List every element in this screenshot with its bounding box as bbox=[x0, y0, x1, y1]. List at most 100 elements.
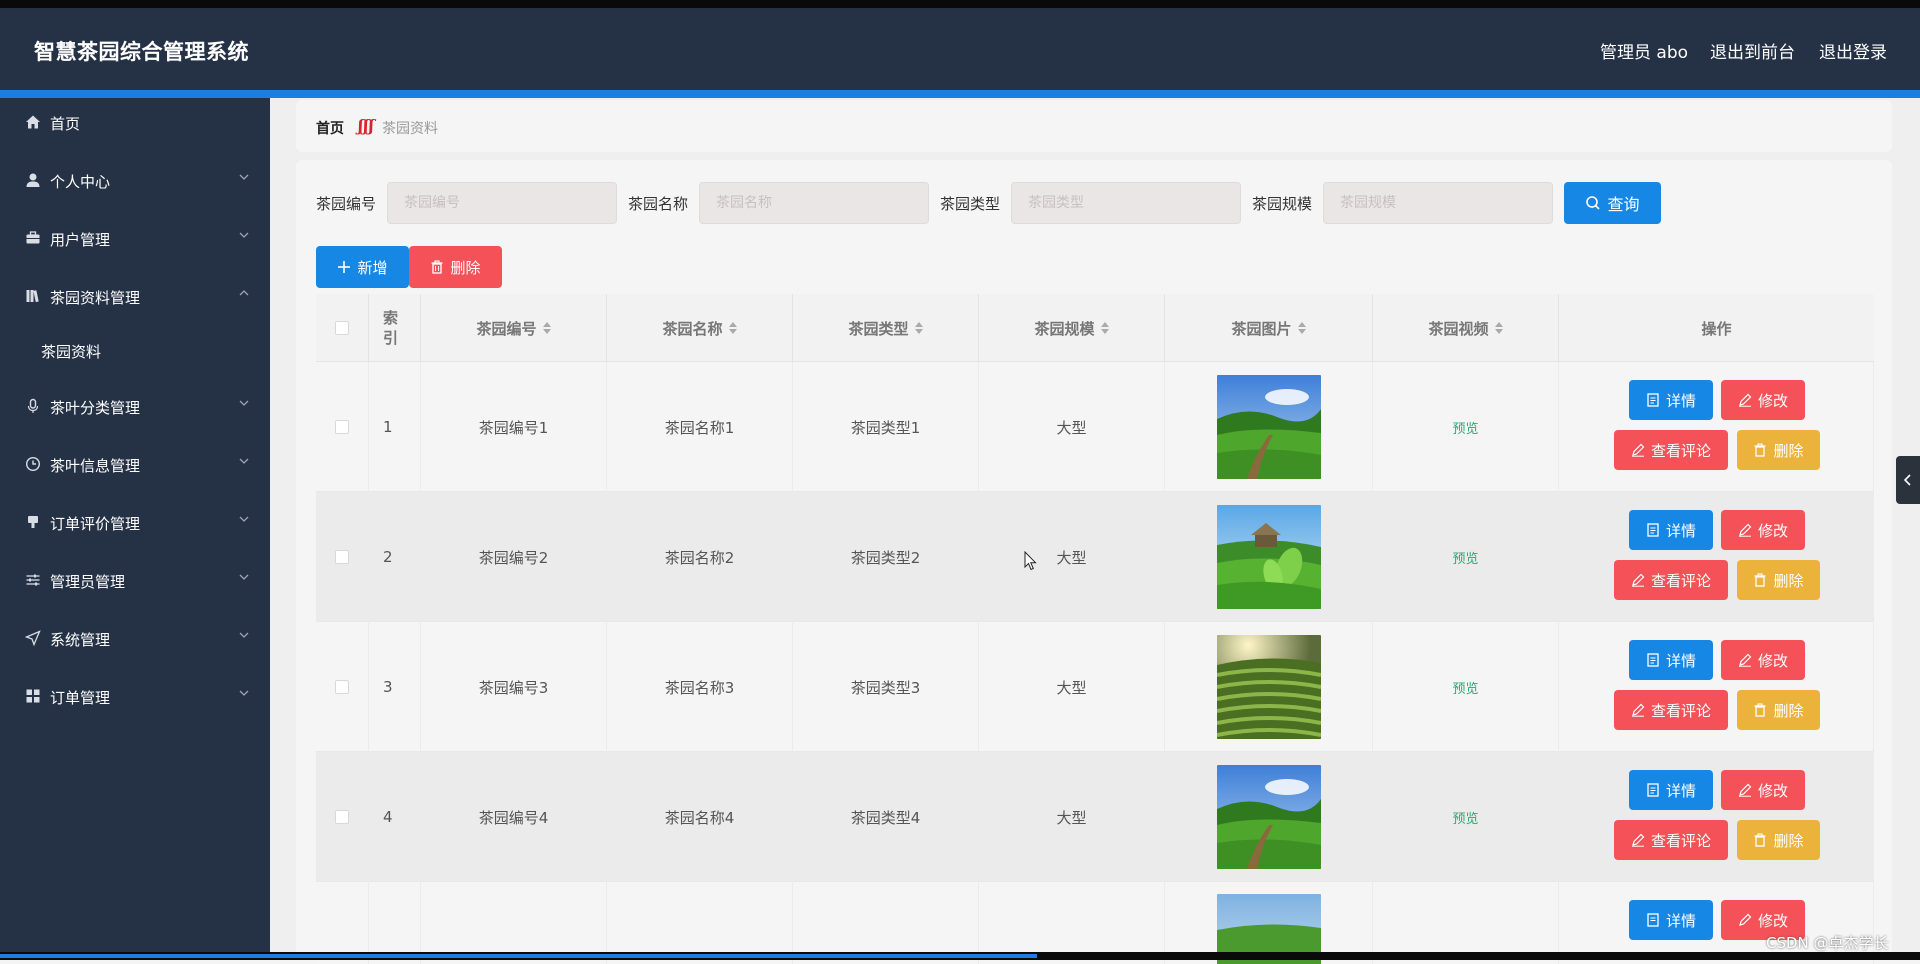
video-preview-link[interactable]: 预览 bbox=[1452, 418, 1478, 437]
sidebar-item-order-management[interactable]: 订单管理 bbox=[0, 672, 270, 722]
detail-button[interactable]: 详情 bbox=[1629, 900, 1713, 940]
sidebar-item-system-management[interactable]: 系统管理 bbox=[0, 614, 270, 664]
edit-button[interactable]: 修改 bbox=[1721, 380, 1805, 420]
garden-image[interactable] bbox=[1216, 765, 1321, 869]
admin-user-link[interactable]: 管理员 abo bbox=[1600, 38, 1688, 63]
delete-button[interactable]: 删除 bbox=[1737, 430, 1820, 470]
search-input-code[interactable] bbox=[387, 182, 617, 224]
side-panel-toggle[interactable] bbox=[1896, 456, 1920, 504]
row-checkbox[interactable] bbox=[335, 680, 349, 694]
header-video[interactable]: 茶园视频 bbox=[1372, 294, 1558, 362]
row-checkbox[interactable] bbox=[335, 550, 349, 564]
pencil-icon bbox=[1631, 703, 1645, 717]
sort-icon[interactable] bbox=[914, 322, 923, 334]
sidebar-item-tea-info-management[interactable]: 茶叶信息管理 bbox=[0, 440, 270, 490]
header-name-label: 茶园名称 bbox=[662, 319, 723, 338]
search-label-scale: 茶园规模 bbox=[1252, 195, 1313, 213]
name-cell: 茶园名称1 bbox=[606, 362, 792, 492]
sidebar-item-label: 首页 bbox=[50, 115, 81, 133]
header-image[interactable]: 茶园图片 bbox=[1164, 294, 1372, 362]
briefcase-icon bbox=[24, 229, 42, 247]
delete-button[interactable]: 删除 bbox=[1737, 560, 1820, 600]
view-comments-label: 查看评论 bbox=[1650, 571, 1711, 590]
video-cell: 预览 bbox=[1372, 492, 1558, 622]
header-accent-bar bbox=[0, 90, 1920, 98]
window-top-strip bbox=[0, 0, 1920, 8]
sidebar-item-garden-info-management[interactable]: 茶园资料管理 bbox=[0, 272, 270, 322]
breadcrumb-home[interactable]: 首页 bbox=[316, 118, 344, 138]
view-comments-label: 查看评论 bbox=[1650, 441, 1711, 460]
edit-button-label: 修改 bbox=[1757, 781, 1788, 800]
sort-icon[interactable] bbox=[1297, 322, 1306, 334]
table-row: 4 茶园编号4 茶园名称4 茶园类型4 大型 预览 详情 修改 查看评论 删除 bbox=[316, 752, 1874, 882]
batch-delete-button[interactable]: 删除 bbox=[409, 246, 502, 288]
search-input-scale[interactable] bbox=[1323, 182, 1553, 224]
delete-button[interactable]: 删除 bbox=[1737, 690, 1820, 730]
exit-to-front-link[interactable]: 退出到前台 bbox=[1710, 38, 1795, 63]
header-name[interactable]: 茶园名称 bbox=[606, 294, 792, 362]
sidebar-item-label: 茶叶分类管理 bbox=[50, 399, 141, 417]
row-checkbox[interactable] bbox=[335, 810, 349, 824]
header-ops-label: 操作 bbox=[1701, 319, 1732, 338]
chevron-down-icon bbox=[236, 627, 252, 643]
select-all-checkbox[interactable] bbox=[335, 321, 349, 335]
image-cell bbox=[1164, 492, 1372, 622]
type-cell: 茶园类型1 bbox=[792, 362, 978, 492]
app-title: 智慧茶园综合管理系统 bbox=[34, 40, 249, 64]
view-comments-button[interactable]: 查看评论 bbox=[1614, 430, 1728, 470]
sidebar-subitem-garden-info[interactable]: 茶园资料 bbox=[0, 328, 270, 374]
header-code[interactable]: 茶园编号 bbox=[420, 294, 606, 362]
sort-icon[interactable] bbox=[542, 322, 551, 334]
sidebar-item-label: 个人中心 bbox=[50, 173, 111, 191]
sidebar-item-user-management[interactable]: 用户管理 bbox=[0, 214, 270, 264]
view-comments-button[interactable]: 查看评论 bbox=[1614, 690, 1728, 730]
query-button[interactable]: 查询 bbox=[1564, 182, 1661, 224]
pencil-icon bbox=[1738, 393, 1752, 407]
sidebar-item-home[interactable]: 首页 bbox=[0, 98, 270, 148]
sort-icon[interactable] bbox=[1494, 322, 1503, 334]
logout-link[interactable]: 退出登录 bbox=[1819, 38, 1887, 63]
sort-icon[interactable] bbox=[1100, 322, 1109, 334]
video-progress-bar[interactable] bbox=[0, 952, 1920, 960]
trash-icon bbox=[1754, 573, 1766, 587]
garden-image[interactable] bbox=[1216, 635, 1321, 739]
search-input-name[interactable] bbox=[699, 182, 929, 224]
sort-icon[interactable] bbox=[728, 322, 737, 334]
garden-image[interactable] bbox=[1216, 505, 1321, 609]
garden-image[interactable] bbox=[1216, 375, 1321, 479]
sidebar-item-personal-center[interactable]: 个人中心 bbox=[0, 156, 270, 206]
sidebar-item-order-review-management[interactable]: 订单评价管理 bbox=[0, 498, 270, 548]
header-scale[interactable]: 茶园规模 bbox=[978, 294, 1164, 362]
row-checkbox[interactable] bbox=[335, 420, 349, 434]
mouse-cursor-icon bbox=[1024, 550, 1038, 575]
chevron-down-icon bbox=[236, 511, 252, 527]
edit-button[interactable]: 修改 bbox=[1721, 510, 1805, 550]
chevron-down-icon bbox=[236, 569, 252, 585]
view-comments-button[interactable]: 查看评论 bbox=[1614, 560, 1728, 600]
add-button[interactable]: 新增 bbox=[316, 246, 409, 288]
sidebar-item-label: 订单评价管理 bbox=[50, 515, 141, 533]
view-comments-label: 查看评论 bbox=[1650, 831, 1711, 850]
sidebar-item-tea-category-management[interactable]: 茶叶分类管理 bbox=[0, 382, 270, 432]
view-comments-button[interactable]: 查看评论 bbox=[1614, 820, 1728, 860]
type-cell: 茶园类型2 bbox=[792, 492, 978, 622]
detail-button[interactable]: 详情 bbox=[1629, 640, 1713, 680]
video-preview-link[interactable]: 预览 bbox=[1452, 548, 1478, 567]
detail-button[interactable]: 详情 bbox=[1629, 510, 1713, 550]
edit-button[interactable]: 修改 bbox=[1721, 640, 1805, 680]
video-preview-link[interactable]: 预览 bbox=[1452, 678, 1478, 697]
sidebar-item-admin-management[interactable]: 管理员管理 bbox=[0, 556, 270, 606]
name-cell: 茶园名称2 bbox=[606, 492, 792, 622]
header-type[interactable]: 茶园类型 bbox=[792, 294, 978, 362]
search-input-type[interactable] bbox=[1011, 182, 1241, 224]
delete-button[interactable]: 删除 bbox=[1737, 820, 1820, 860]
edit-button-label: 修改 bbox=[1757, 651, 1788, 670]
edit-button-label: 修改 bbox=[1757, 391, 1788, 410]
detail-button[interactable]: 详情 bbox=[1629, 770, 1713, 810]
video-preview-link[interactable]: 预览 bbox=[1452, 808, 1478, 827]
trash-icon bbox=[431, 260, 443, 274]
detail-button[interactable]: 详情 bbox=[1629, 380, 1713, 420]
chevron-down-icon bbox=[236, 169, 252, 185]
pencil-icon bbox=[1738, 653, 1752, 667]
edit-button[interactable]: 修改 bbox=[1721, 770, 1805, 810]
